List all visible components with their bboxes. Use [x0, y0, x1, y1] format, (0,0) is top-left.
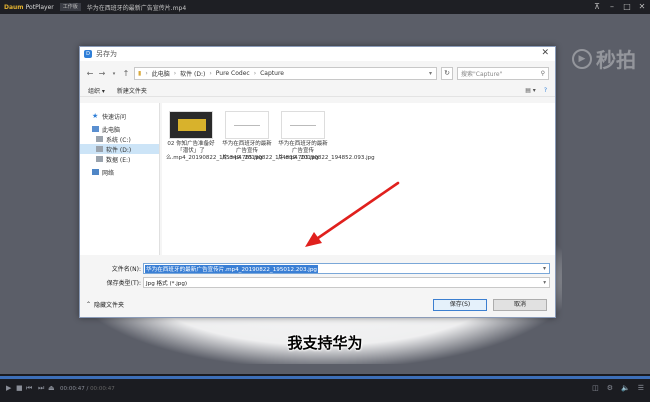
arrow-head: [305, 232, 322, 247]
arrow-shaft: [316, 181, 400, 240]
playlist-icon[interactable]: ☰: [638, 384, 644, 392]
video-subtitle: 我支持华为: [287, 334, 363, 352]
time-display: 00:00:47 / 00:00:47: [60, 386, 115, 392]
seek-progress: [0, 376, 650, 379]
next-icon[interactable]: ⏭: [38, 384, 44, 393]
player-controls: ▶ ■ ⏮ ⏭ ⏏ 00:00:47 / 00:00:47 ◫ ⚙ 🔈 ☰: [0, 374, 650, 402]
volume-icon[interactable]: 🔈: [621, 384, 630, 392]
player-right-controls: ◫ ⚙ 🔈 ☰: [592, 384, 644, 392]
play-icon[interactable]: ▶: [6, 384, 11, 392]
seek-bar[interactable]: [0, 376, 650, 379]
previous-icon[interactable]: ⏮: [26, 384, 32, 393]
open-icon[interactable]: ⏏: [48, 384, 55, 392]
time-total: 00:00:47: [90, 386, 115, 392]
settings-icon[interactable]: ⚙: [607, 384, 613, 392]
3d-icon[interactable]: ◫: [592, 384, 599, 392]
time-current: 00:00:47: [60, 386, 85, 392]
stop-icon[interactable]: ■: [16, 384, 23, 392]
